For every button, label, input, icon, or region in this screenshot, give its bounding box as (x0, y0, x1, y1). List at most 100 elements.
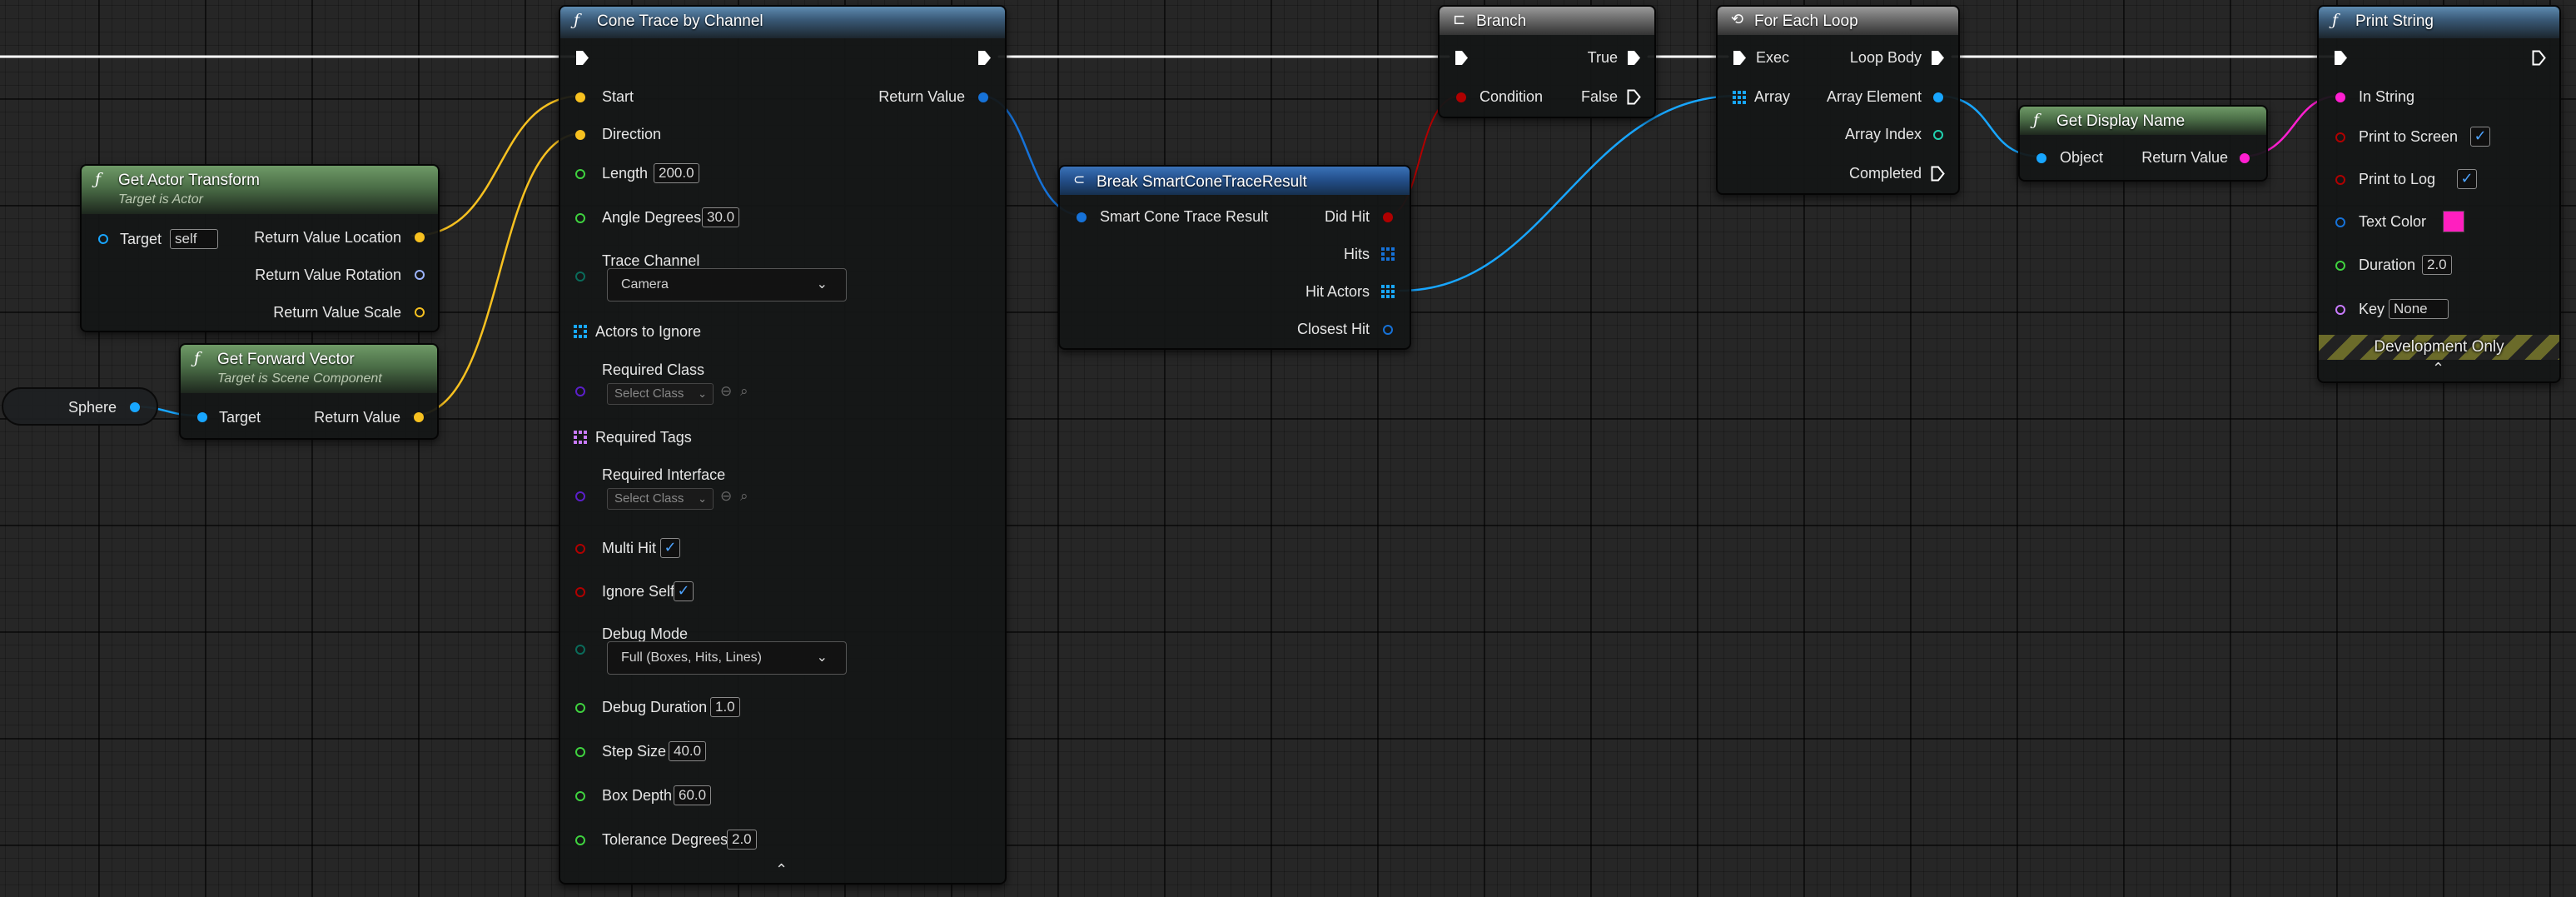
chevron-down-icon: ⌄ (816, 277, 828, 292)
array-input-pin[interactable] (1733, 91, 1746, 104)
exec-input-pin[interactable] (2334, 50, 2348, 66)
return-value-pin[interactable] (414, 412, 424, 422)
exec-input-pin[interactable] (1733, 50, 1747, 66)
step-size-pin[interactable] (575, 747, 585, 757)
length-field[interactable]: 200.0 (654, 163, 699, 183)
ignore-self-checkbox[interactable]: ✓ (674, 581, 694, 601)
for-each-loop-node[interactable]: ⟲ For Each Loop Exec Loop Body Array Arr… (1716, 5, 1960, 195)
print-to-log-pin[interactable] (2335, 175, 2345, 185)
browse-search-icon[interactable]: ⌕ (740, 488, 748, 505)
condition-pin[interactable] (1456, 92, 1466, 102)
debug-duration-pin[interactable] (575, 703, 585, 713)
target-input-pin[interactable] (98, 234, 108, 244)
use-selected-icon[interactable]: ⊖ (720, 488, 732, 505)
did-hit-label: Did Hit (1324, 208, 1370, 225)
get-display-name-node[interactable]: ƒ Get Display Name Object Return Value (2018, 105, 2268, 182)
closest-hit-pin[interactable] (1383, 325, 1393, 335)
debug-duration-field[interactable]: 1.0 (710, 697, 740, 717)
exec-output-pin[interactable] (977, 50, 992, 66)
exec-output-pin[interactable] (2532, 50, 2546, 66)
false-exec-pin[interactable] (1627, 89, 1641, 105)
return-location-pin[interactable] (415, 232, 425, 242)
required-class-select[interactable]: Select Class ⌄ (607, 383, 714, 405)
return-scale-pin[interactable] (415, 307, 425, 317)
text-color-pin[interactable] (2335, 217, 2345, 227)
break-smart-cone-trace-result-node[interactable]: ⊂ Break SmartConeTraceResult Smart Cone … (1058, 165, 1411, 350)
direction-pin[interactable] (575, 130, 585, 140)
return-value-pin[interactable] (2240, 153, 2250, 163)
duration-pin[interactable] (2335, 261, 2345, 271)
duration-field[interactable]: 2.0 (2422, 255, 2452, 275)
key-field[interactable]: None (2389, 299, 2449, 319)
trace-channel-dropdown[interactable]: Camera ⌄ (607, 268, 847, 301)
get-actor-transform-node[interactable]: ƒ Get Actor Transform Target is Actor Ta… (80, 164, 440, 332)
get-forward-vector-node[interactable]: ƒ Get Forward Vector Target is Scene Com… (179, 343, 439, 440)
required-interface-pin[interactable] (575, 491, 585, 501)
struct-input-pin[interactable] (1077, 212, 1087, 222)
loop-body-exec-pin[interactable] (1931, 50, 1945, 66)
required-class-pin[interactable] (575, 386, 585, 396)
length-label: Length (602, 165, 649, 182)
sphere-output-pin[interactable] (130, 402, 140, 412)
collapse-chevron-up-icon[interactable]: ⌃ (2432, 360, 2444, 377)
trace-channel-label: Trace Channel (602, 252, 700, 269)
exec-input-pin[interactable] (1455, 50, 1469, 66)
hit-actors-array-pin[interactable] (1381, 285, 1395, 298)
array-index-pin[interactable] (1933, 130, 1943, 140)
start-pin[interactable] (575, 92, 585, 102)
debug-mode-dropdown[interactable]: Full (Boxes, Hits, Lines) ⌄ (607, 641, 847, 675)
debug-mode-pin[interactable] (575, 645, 585, 655)
debug-mode-value: Full (Boxes, Hits, Lines) (621, 650, 762, 665)
cone-trace-by-channel-node[interactable]: ƒ Cone Trace by Channel Start Return Val… (559, 5, 1007, 885)
array-element-pin[interactable] (1933, 92, 1943, 102)
start-label: Start (602, 88, 634, 105)
print-to-log-checkbox[interactable]: ✓ (2457, 169, 2477, 189)
key-pin[interactable] (2335, 305, 2345, 315)
target-input-pin[interactable] (197, 412, 207, 422)
hit-actors-label: Hit Actors (1305, 283, 1370, 300)
true-exec-pin[interactable] (1627, 50, 1641, 66)
node-header: ƒ Get Forward Vector Target is Scene Com… (181, 345, 437, 393)
box-depth-field[interactable]: 60.0 (674, 785, 712, 805)
browse-search-icon[interactable]: ⌕ (740, 383, 748, 400)
print-to-screen-pin[interactable] (2335, 132, 2345, 142)
did-hit-pin[interactable] (1383, 212, 1393, 222)
tags-array-pin[interactable] (574, 431, 587, 444)
box-depth-pin[interactable] (575, 791, 585, 801)
ignore-self-pin[interactable] (575, 587, 585, 597)
length-pin[interactable] (575, 169, 585, 179)
tolerance-pin[interactable] (575, 835, 585, 845)
multi-hit-pin[interactable] (575, 544, 585, 554)
function-icon: ƒ (2332, 11, 2339, 29)
required-interface-select[interactable]: Select Class ⌄ (607, 488, 714, 510)
exec-input-pin[interactable] (575, 50, 589, 66)
branch-node[interactable]: ⊏ Branch True Condition False (1438, 5, 1656, 118)
multi-hit-checkbox[interactable]: ✓ (660, 538, 680, 558)
target-label: Target (219, 409, 261, 426)
step-size-field[interactable]: 40.0 (669, 741, 707, 761)
return-rotation-pin[interactable] (415, 270, 425, 280)
sphere-variable-node[interactable]: Sphere (2, 387, 158, 426)
loop-icon: ⟲ (1731, 11, 1744, 28)
in-string-pin[interactable] (2335, 92, 2345, 102)
tolerance-field[interactable]: 2.0 (727, 830, 757, 850)
direction-label: Direction (602, 126, 662, 142)
angle-pin[interactable] (575, 213, 585, 223)
text-color-swatch[interactable] (2443, 211, 2464, 232)
print-string-node[interactable]: ƒ Print String In String Print to Screen… (2317, 5, 2561, 383)
target-value-field[interactable]: self (170, 229, 218, 249)
array-index-label: Array Index (1844, 126, 1922, 142)
array-pin[interactable] (574, 325, 587, 338)
completed-exec-pin[interactable] (1931, 166, 1945, 182)
angle-label: Angle Degrees (602, 209, 702, 226)
sphere-variable-label: Sphere (67, 399, 117, 416)
angle-field[interactable]: 30.0 (702, 207, 740, 227)
print-to-screen-checkbox[interactable]: ✓ (2470, 127, 2490, 147)
collapse-chevron-up-icon[interactable]: ⌃ (775, 861, 788, 879)
hits-array-pin[interactable] (1381, 247, 1395, 261)
return-value-pin[interactable] (978, 92, 988, 102)
object-input-pin[interactable] (2036, 153, 2046, 163)
use-selected-icon[interactable]: ⊖ (720, 383, 732, 400)
trace-channel-pin[interactable] (575, 272, 585, 282)
true-label: True (1587, 49, 1618, 66)
